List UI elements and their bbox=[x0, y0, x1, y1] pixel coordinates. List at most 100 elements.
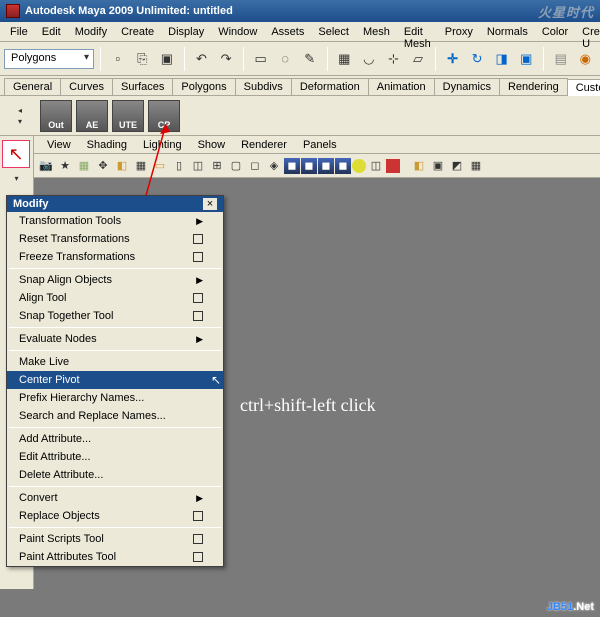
menu-item-replace-objects[interactable]: Replace Objects bbox=[7, 507, 223, 525]
mode-selector[interactable]: Polygons bbox=[4, 49, 94, 69]
panel-menu-view[interactable]: View bbox=[40, 138, 78, 151]
menu-assets[interactable]: Assets bbox=[265, 24, 310, 39]
menu-item-center-pivot[interactable]: Center Pivot↖ bbox=[7, 371, 223, 389]
select-icon[interactable]: ▭ bbox=[250, 47, 272, 71]
menu-item-reset-transformations[interactable]: Reset Transformations bbox=[7, 230, 223, 248]
menu-normals[interactable]: Normals bbox=[481, 24, 534, 39]
shelf-button-ute[interactable]: UTE bbox=[112, 100, 144, 132]
panel-menu-panels[interactable]: Panels bbox=[296, 138, 344, 151]
gate-mask-icon[interactable]: ◫ bbox=[189, 157, 207, 175]
option-box-icon[interactable] bbox=[193, 234, 203, 244]
safe-action-icon[interactable]: ▢ bbox=[227, 157, 245, 175]
option-box-icon[interactable] bbox=[193, 293, 203, 303]
shelf-tab-general[interactable]: General bbox=[4, 78, 61, 95]
field-chart-icon[interactable]: ⊞ bbox=[208, 157, 226, 175]
image-plane-icon[interactable]: ▦ bbox=[75, 157, 93, 175]
menu-item-add-attribute[interactable]: Add Attribute... bbox=[7, 430, 223, 448]
menu-item-search-and-replace-names[interactable]: Search and Replace Names... bbox=[7, 407, 223, 425]
save-icon[interactable]: ▣ bbox=[156, 47, 178, 71]
menu-item-evaluate-nodes[interactable]: Evaluate Nodes▶ bbox=[7, 330, 223, 348]
film-gate-icon[interactable]: ▭ bbox=[151, 157, 169, 175]
high-quality-icon[interactable]: ◫ bbox=[367, 157, 385, 175]
menu-proxy[interactable]: Proxy bbox=[439, 24, 479, 39]
menu-item-snap-align-objects[interactable]: Snap Align Objects▶ bbox=[7, 271, 223, 289]
lasso-icon[interactable]: ◌ bbox=[274, 47, 296, 71]
shelf-button-cp[interactable]: CP bbox=[148, 100, 180, 132]
menu-create[interactable]: Create bbox=[115, 24, 160, 39]
menu-close-icon[interactable]: × bbox=[203, 198, 217, 210]
undo-icon[interactable]: ↶ bbox=[191, 47, 213, 71]
shelf-tab-rendering[interactable]: Rendering bbox=[499, 78, 568, 95]
option-box-icon[interactable] bbox=[193, 252, 203, 262]
component-icon[interactable]: ◩ bbox=[448, 157, 466, 175]
grid-icon[interactable]: ▦ bbox=[132, 157, 150, 175]
shelf-menu-icon[interactable]: ◂ bbox=[4, 106, 36, 115]
shelf-tab-subdivs[interactable]: Subdivs bbox=[235, 78, 292, 95]
move-icon[interactable]: ✛ bbox=[442, 47, 464, 71]
shelf-tab-dynamics[interactable]: Dynamics bbox=[434, 78, 500, 95]
menu-edit-mesh[interactable]: Edit Mesh bbox=[398, 24, 437, 39]
shelf-tab-custom[interactable]: Custom bbox=[567, 79, 600, 96]
manip-icon[interactable]: ▣ bbox=[515, 47, 537, 71]
menu-item-prefix-hierarchy-names[interactable]: Prefix Hierarchy Names... bbox=[7, 389, 223, 407]
scale-icon[interactable]: ◨ bbox=[491, 47, 513, 71]
menu-modify[interactable]: Modify bbox=[69, 24, 113, 39]
menu-item-freeze-transformations[interactable]: Freeze Transformations bbox=[7, 248, 223, 266]
menu-item-delete-attribute[interactable]: Delete Attribute... bbox=[7, 466, 223, 484]
option-box-icon[interactable] bbox=[193, 511, 203, 521]
menu-edit[interactable]: Edit bbox=[36, 24, 67, 39]
menu-item-make-live[interactable]: Make Live bbox=[7, 353, 223, 371]
open-icon[interactable]: ⎘ bbox=[132, 47, 154, 71]
snap-curve-icon[interactable]: ◡ bbox=[358, 47, 380, 71]
panel-menu-show[interactable]: Show bbox=[191, 138, 233, 151]
shelf-button-out[interactable]: Out bbox=[40, 100, 72, 132]
render-icon[interactable]: ◉ bbox=[575, 47, 597, 71]
shelf-tab-polygons[interactable]: Polygons bbox=[172, 78, 235, 95]
poly-count-icon[interactable]: ▦ bbox=[467, 157, 485, 175]
bookmark-icon[interactable]: ★ bbox=[56, 157, 74, 175]
redo-icon[interactable]: ↷ bbox=[215, 47, 237, 71]
menu-item-snap-together-tool[interactable]: Snap Together Tool bbox=[7, 307, 223, 325]
camera-icon[interactable]: 📷 bbox=[37, 157, 55, 175]
menu-create-u[interactable]: Create U bbox=[576, 24, 600, 39]
menu-item-transformation-tools[interactable]: Transformation Tools▶ bbox=[7, 212, 223, 230]
menu-window[interactable]: Window bbox=[212, 24, 263, 39]
panel-menu-shading[interactable]: Shading bbox=[80, 138, 134, 151]
option-box-icon[interactable] bbox=[193, 534, 203, 544]
option-box-icon[interactable] bbox=[193, 552, 203, 562]
shelf-tab-deformation[interactable]: Deformation bbox=[291, 78, 369, 95]
resolution-gate-icon[interactable]: ▯ bbox=[170, 157, 188, 175]
wireframe-icon[interactable]: ◈ bbox=[265, 157, 283, 175]
grease-icon[interactable]: ◧ bbox=[113, 157, 131, 175]
shelf-tab-surfaces[interactable]: Surfaces bbox=[112, 78, 173, 95]
snap-plane-icon[interactable]: ▱ bbox=[407, 47, 429, 71]
menu-item-paint-scripts-tool[interactable]: Paint Scripts Tool bbox=[7, 530, 223, 548]
shelf-scroll-icon[interactable]: ▾ bbox=[4, 117, 36, 126]
snap-point-icon[interactable]: ⊹ bbox=[383, 47, 405, 71]
wire-on-shaded-icon[interactable]: ◼ bbox=[318, 158, 334, 174]
menu-color[interactable]: Color bbox=[536, 24, 574, 39]
construction-icon[interactable]: ▤ bbox=[550, 47, 572, 71]
option-box-icon[interactable] bbox=[193, 311, 203, 321]
shadows-icon[interactable] bbox=[352, 159, 366, 173]
menu-display[interactable]: Display bbox=[162, 24, 210, 39]
new-scene-icon[interactable]: ▫ bbox=[107, 47, 129, 71]
menu-mesh[interactable]: Mesh bbox=[357, 24, 396, 39]
panel-menu-lighting[interactable]: Lighting bbox=[136, 138, 189, 151]
safe-title-icon[interactable]: ◻ bbox=[246, 157, 264, 175]
isolate-icon[interactable] bbox=[386, 159, 400, 173]
rotate-icon[interactable]: ↻ bbox=[466, 47, 488, 71]
smooth-shade-icon[interactable]: ◼ bbox=[284, 158, 300, 174]
shelf-tab-curves[interactable]: Curves bbox=[60, 78, 113, 95]
menu-item-convert[interactable]: Convert▶ bbox=[7, 489, 223, 507]
menu-file[interactable]: File bbox=[4, 24, 34, 39]
2d-pan-icon[interactable]: ✥ bbox=[94, 157, 112, 175]
shelf-tab-animation[interactable]: Animation bbox=[368, 78, 435, 95]
shelf-button-ae[interactable]: AE bbox=[76, 100, 108, 132]
toolbox-expand-icon[interactable]: ▾ bbox=[2, 174, 31, 183]
textured-icon[interactable]: ◼ bbox=[301, 158, 317, 174]
menu-select[interactable]: Select bbox=[312, 24, 355, 39]
use-lights-icon[interactable]: ◼ bbox=[335, 158, 351, 174]
xray-icon[interactable]: ◧ bbox=[410, 157, 428, 175]
menu-item-align-tool[interactable]: Align Tool bbox=[7, 289, 223, 307]
